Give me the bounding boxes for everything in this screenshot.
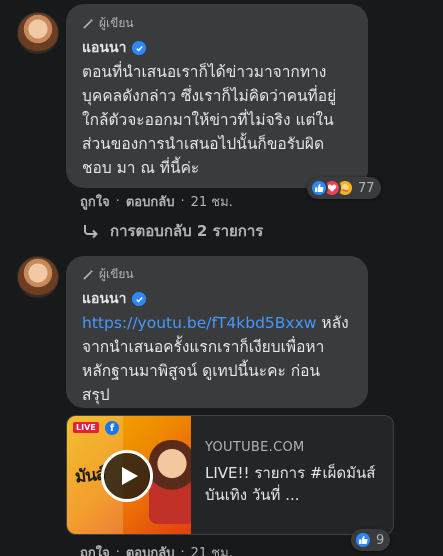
comment-text: ตอนที่นำเสนอเราก็ได้ข่าวมาจากทาง บุคคลดั… (82, 60, 362, 180)
facebook-icon: f (105, 421, 119, 435)
author-name[interactable]: แอนนา (82, 288, 126, 310)
separator-dot: · (180, 194, 185, 209)
author-badge-label: ผู้เขียน (99, 16, 134, 30)
comment-line: จากนำเสนอครั้งแรกเราก็เงียบเพื่อหา (82, 338, 325, 356)
link-domain: YOUTUBE.COM (205, 440, 305, 455)
comment-line: บุคคลดังกล่าว ซึ่งเราก็ไม่คิดว่าคนที่อยู… (82, 87, 337, 105)
reaction-count: 77 (358, 180, 375, 196)
separator-dot: · (180, 545, 185, 556)
view-more-replies[interactable]: การตอบกลับ 2 รายการ (82, 219, 263, 243)
live-badge: LIVE (73, 422, 99, 433)
avatar[interactable] (17, 12, 59, 54)
reactions-summary[interactable]: 9 (351, 529, 391, 551)
comment-line: หลักฐานมาพิสูจน์ ดูเทปนี้นะคะ ก่อน (82, 362, 321, 380)
video-thumbnail[interactable]: LIVE f มันส์ (67, 416, 191, 534)
play-button[interactable] (101, 450, 153, 502)
comment-text: https://youtu.be/fT4kbd5Bxxw หลัง จากนำเ… (82, 311, 366, 407)
separator-dot: · (115, 545, 120, 556)
like-action[interactable]: ถูกใจ (80, 191, 110, 212)
youtube-link[interactable]: https://youtu.be/fT4kbd5Bxxw (82, 314, 316, 332)
reply-arrow-icon (84, 225, 98, 239)
comment-line: สรุป (82, 386, 110, 404)
verified-badge-icon (132, 292, 147, 306)
like-action[interactable]: ถูกใจ (80, 542, 110, 556)
comment-line: ส่วนของการนำเสนอไปนั้นก็ขอรับผิด (82, 135, 325, 153)
comment-line: ตอนที่นำเสนอเราก็ได้ข่าวมาจากทาง (82, 63, 327, 81)
comment-line: https://youtu.be/fT4kbd5Bxxw หลัง (82, 311, 366, 335)
verified-badge-icon (132, 41, 147, 55)
reactions-summary[interactable]: 77 (307, 177, 381, 199)
link-title[interactable]: LIVE!! รายการ #เผ็ดมันส์บันเทิง วันที่ .… (205, 462, 393, 506)
play-icon (121, 467, 138, 485)
pen-icon (83, 19, 93, 29)
host-portrait (149, 440, 191, 524)
author-badge: ผู้เขียน (82, 265, 134, 284)
link-preview-card[interactable]: LIVE f มันส์ YOUTUBE.COM LIVE!! รายการ #… (66, 415, 394, 535)
author-name[interactable]: แอนนา (82, 37, 126, 59)
reaction-count: 9 (376, 532, 385, 548)
like-icon (310, 179, 328, 197)
avatar[interactable] (17, 256, 59, 298)
comment-line-suffix: หลัง (316, 314, 349, 332)
like-icon (354, 531, 372, 549)
author-badge: ผู้เขียน (82, 14, 134, 33)
reply-action[interactable]: ตอบกลับ (126, 191, 175, 212)
comment-actions: ถูกใจ · ตอบกลับ · 21 ชม. (80, 542, 233, 556)
more-replies-label: การตอบกลับ 2 รายการ (110, 222, 264, 240)
author-badge-label: ผู้เขียน (99, 267, 134, 281)
separator-dot: · (115, 194, 120, 209)
comment-timestamp[interactable]: 21 ชม. (191, 191, 233, 212)
comment-line: ใกล้ตัวจะออกมาให้ข่าวที่ไม่จริง แต่ใน (82, 111, 334, 129)
reply-action[interactable]: ตอบกลับ (126, 542, 175, 556)
comment-timestamp[interactable]: 21 ชม. (191, 542, 233, 556)
comment-actions: ถูกใจ · ตอบกลับ · 21 ชม. (80, 191, 233, 212)
pen-icon (83, 270, 93, 280)
